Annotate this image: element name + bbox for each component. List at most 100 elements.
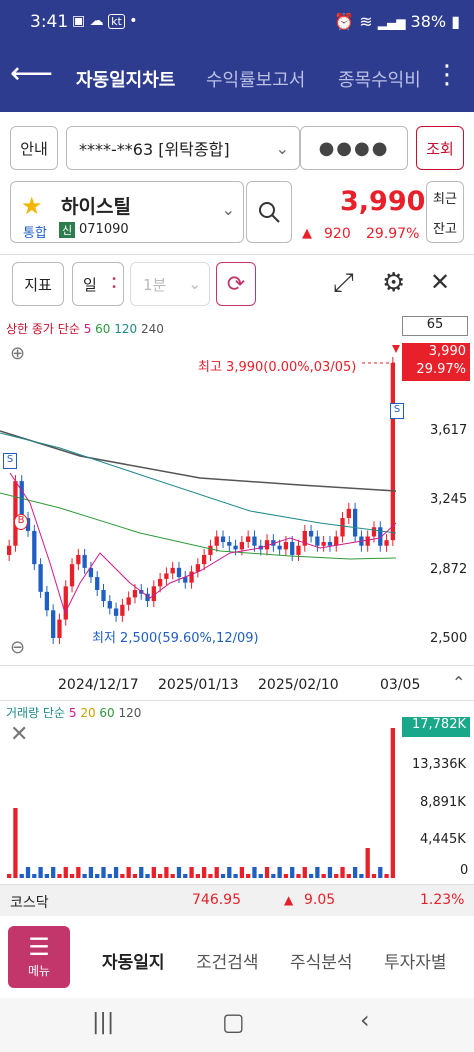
account-select[interactable]: ****-**63 [위탁종합] ⌄ [66,126,300,170]
more-vertical-icon[interactable]: ⋮ [434,60,460,90]
volume-bar [25,867,31,878]
volume-bar [321,874,326,878]
candle [334,536,339,546]
candle [315,536,320,546]
current-price: 3,990 [340,186,426,217]
refresh-button[interactable]: ⟳ [216,262,256,306]
home-icon[interactable]: ▢ [222,1008,245,1036]
status-bar: 3:41 ▣ ☁ kt • ⏰ ≋ ▂▄▆ 38% ▮ [0,0,474,46]
high-note: 최고 3,990(0.00%,03/05) [198,360,357,375]
x-tick: 2025/01/13 [158,677,239,693]
volume-bar [195,874,200,878]
tab-auto-journal-chart[interactable]: 자동일지차트 [76,66,175,92]
password-field[interactable]: ●●●● [300,126,408,170]
high-arrow-icon [392,345,400,353]
menu-button[interactable]: ☰ 메뉴 [8,926,70,988]
recent-balance-group: 최근 잔고 [426,181,464,243]
volume-bar [44,874,50,878]
candle [157,578,163,587]
x-axis-line [0,665,474,666]
volume-bar [277,867,282,878]
candle [176,567,182,578]
candle [352,508,358,537]
candle [195,564,200,572]
bottom-tab-stock-analysis[interactable]: 주식분석 [290,948,353,973]
back-arrow-icon[interactable]: ⟵ [10,56,53,91]
candle [82,554,87,568]
volume-bar [334,874,339,878]
chevron-down-icon: ⌄ [221,200,235,219]
volume-bar [283,874,289,878]
stock-name: 하이스틸 [61,196,131,218]
lookup-button[interactable]: 조회 [416,126,464,170]
chevron-up-icon[interactable]: ⌃ [452,673,465,692]
volume-bar [359,874,364,878]
candle [202,554,207,565]
index-change: 9.05 [304,892,336,908]
price-change-pct: 29.97% [366,226,420,242]
volume-bar [258,874,263,878]
volume-bar [88,867,94,878]
search-button[interactable] [246,181,292,243]
volume-bar [51,867,56,878]
candle [220,536,226,543]
volume-bar [107,874,112,878]
candles-group [7,357,395,644]
candle [239,542,245,550]
volume-bar [113,867,119,878]
volume-bar [145,874,150,878]
y-tick: 2,500 [430,631,468,646]
interval-select[interactable]: 1분 ⌄ [130,262,210,306]
candle [327,542,333,546]
tab-return-report[interactable]: 수익률보고서 [206,66,305,92]
bottom-tab-condition-search[interactable]: 조건검색 [196,948,259,973]
battery-percent: 38% [410,12,447,31]
balance-button[interactable]: 잔고 [433,218,457,237]
up-arrow-icon: ▲ [284,893,294,907]
tools-icon[interactable]: ✕ [430,268,450,296]
bottom-tab-investor[interactable]: 투자자별 [384,948,447,973]
candle [95,577,100,591]
x-tick: 03/05 [380,677,421,693]
volume-bar [157,874,163,878]
volume-bar [63,867,68,878]
vol-y-tick: 4,445K [420,832,466,847]
index-bar[interactable]: 코스닥 746.95 ▲ 9.05 1.23% [0,884,474,916]
volume-bar [120,874,125,878]
stock-select[interactable]: ★ 하이스틸 통합 신 071090 ⌄ [10,181,244,243]
volume-bar [246,874,251,878]
volume-chart[interactable]: 거래량 단순 5 20 60 120 ✕ 17,782K 13,336K 8,8… [0,700,474,880]
back-icon[interactable]: ‹ [360,1006,370,1034]
market-label: 통합 [23,226,47,241]
guide-button[interactable]: 안내 [10,126,58,170]
current-price-tag-value: 3,990 [428,344,466,359]
low-note: 최저 2,500(59.60%,12/09) [92,631,259,646]
recent-button[interactable]: 최근 [433,188,457,207]
candle [7,545,12,555]
volume-bar [239,867,245,878]
bottom-tab-bar: ☰ 메뉴 자동일지 조건검색 주식분석 투자자별 [0,918,474,998]
candle [57,619,62,638]
volume-bar [365,848,370,878]
volume-bar [220,874,226,878]
signal-s-marker: S [3,453,17,469]
bottom-tab-auto-journal[interactable]: 자동일지 [102,948,165,973]
current-price-tag: 3,990 29.97% [402,343,470,381]
expand-icon[interactable]: ⤢ [333,268,354,299]
volume-bar [139,867,144,878]
top-nav: ⟵ 자동일지차트 수익률보고서 종목수익비 ⋮ [0,46,474,112]
volume-bar [390,728,395,878]
price-chart[interactable]: 상한 종가 단순 5 60 120 240 65 ⊕ ⊖ 최고 3,990(0.… [0,313,474,698]
settings-gear-icon[interactable]: ⚙ [382,268,405,298]
candle [308,530,314,537]
system-nav-bar: ||| ▢ ‹ [0,998,474,1052]
candle [321,542,326,546]
star-favorite-icon[interactable]: ★ [21,192,43,220]
indicator-button[interactable]: 지표 [12,262,64,306]
volume-bar [126,867,131,878]
period-select[interactable]: 일 • • [72,262,124,306]
index-value: 746.95 [192,892,241,908]
tab-stock-return[interactable]: 종목수익비 [338,66,430,92]
volume-bar [95,874,100,878]
recent-apps-icon[interactable]: ||| [92,1010,114,1035]
